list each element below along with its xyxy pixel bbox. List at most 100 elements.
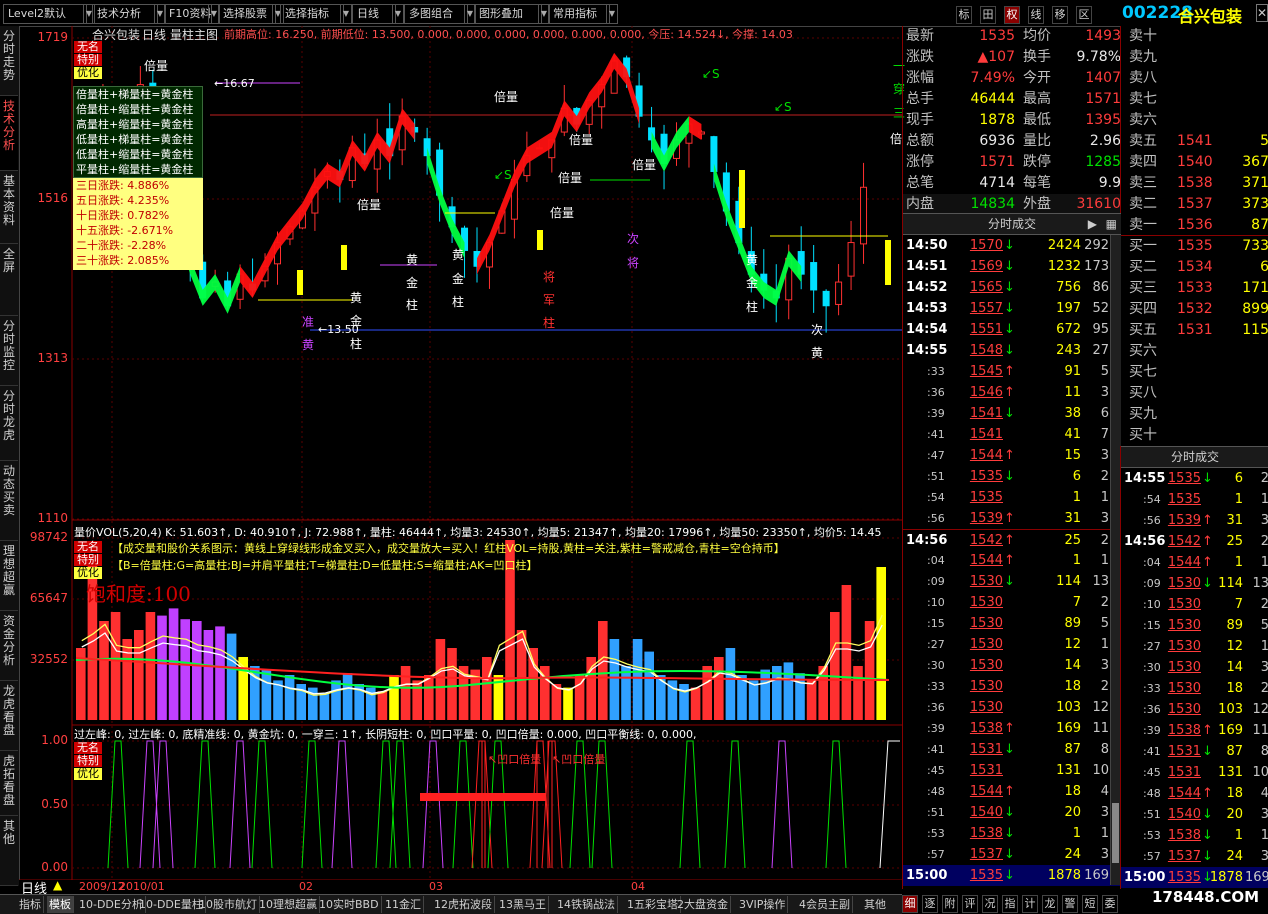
grid-icon[interactable]: ▦ <box>1106 214 1117 234</box>
left-tab-9[interactable]: 龙虎看盘 <box>0 681 18 751</box>
triangle-up-icon[interactable]: ▲ <box>53 878 62 892</box>
toolbar-item-1[interactable]: 技术分析 <box>92 4 158 24</box>
tick-time: 15:00 <box>906 868 948 883</box>
detail-tab-5[interactable]: 指 <box>1002 895 1018 913</box>
template-tab-7[interactable]: 11金汇 <box>383 896 424 913</box>
template-tab-5[interactable]: 10理想超赢 <box>257 896 320 913</box>
volume-bar <box>319 693 330 720</box>
toolbar-item-4[interactable]: 选择指标 <box>280 4 344 24</box>
detail-tab-4[interactable]: 况 <box>982 895 998 913</box>
template-tab-2[interactable]: 10-DDE分析 <box>77 896 146 913</box>
template-tab-9[interactable]: 13黑马王 <box>497 896 549 913</box>
template-tab-14[interactable]: 4会员主副 <box>797 896 853 913</box>
view-tab-0[interactable]: 标 <box>956 6 972 24</box>
view-tab-2[interactable]: 权 <box>1004 6 1020 24</box>
chevron-down-icon[interactable]: ▼ <box>606 4 618 24</box>
left-tab-5[interactable]: 分时龙虎 <box>0 386 18 461</box>
tick-volume: 12 <box>1064 637 1081 652</box>
tick-time: 14:55 <box>906 343 948 358</box>
quote-row: 总额 6936 量比 2.96 <box>903 131 1121 152</box>
left-tab-4[interactable]: 分时监控 <box>0 316 18 386</box>
tick-arrow: ↓ <box>1004 847 1015 862</box>
left-tab-10[interactable]: 虎拓看盘 <box>0 751 18 816</box>
tick-count: 1 <box>1260 639 1268 654</box>
tick-volume: 18 <box>1226 681 1243 696</box>
view-tab-3[interactable]: 线 <box>1028 6 1044 24</box>
candle-body <box>860 186 868 245</box>
toolbar-item-6[interactable]: 多图组合 <box>404 4 468 24</box>
tick-count: 169 <box>1084 868 1109 883</box>
detail-tab-9[interactable]: 短 <box>1082 895 1098 913</box>
tick-list-header[interactable]: 分时成交 ▶ ▦ <box>903 213 1121 235</box>
tick-price: 1551 <box>969 322 1003 337</box>
left-tab-11[interactable]: 其他 <box>0 816 18 886</box>
toolbar-item-2[interactable]: F10资料 <box>164 4 212 24</box>
left-tab-0[interactable]: 分时走势 <box>0 26 18 96</box>
detail-tab-7[interactable]: 龙 <box>1042 895 1058 913</box>
quote-value: 2.96 <box>1089 133 1121 149</box>
order-level-label: 买十 <box>1129 427 1157 443</box>
detail-tab-0[interactable]: 细 <box>902 895 918 913</box>
close-icon[interactable]: ✕ <box>1256 4 1268 22</box>
left-tab-7[interactable]: 理想超赢 <box>0 541 18 611</box>
tick-time: :54 <box>927 491 945 504</box>
tick-list-header-2[interactable]: 分时成交 <box>1121 446 1268 468</box>
order-book-row: 卖八 <box>1121 68 1268 89</box>
tick-count: 1 <box>1260 492 1268 507</box>
candle-body <box>136 84 144 108</box>
detail-tab-3[interactable]: 评 <box>962 895 978 913</box>
template-tab-10[interactable]: 14铁锅战法 <box>555 896 618 913</box>
detail-tab-2[interactable]: 附 <box>942 895 958 913</box>
template-tab-0[interactable]: 指标 <box>17 896 44 913</box>
order-book-row: 卖三 1538 371 <box>1121 173 1268 194</box>
tick-price: 1531 <box>1167 744 1201 759</box>
template-tab-1[interactable]: 模板 <box>47 896 74 913</box>
left-tab-2[interactable]: 基本资料 <box>0 171 18 244</box>
left-tab-1[interactable]: 技术分析 <box>0 96 18 171</box>
detail-tab-8[interactable]: 警 <box>1062 895 1078 913</box>
view-tab-5[interactable]: 区 <box>1076 6 1092 24</box>
tick-row: :41 1541 41 7 <box>903 424 1121 445</box>
toolbar-item-8[interactable]: 常用指标 <box>548 4 610 24</box>
chevron-down-icon[interactable]: ▼ <box>392 4 404 24</box>
tick-count: 1 <box>1260 555 1268 570</box>
chevron-down-icon[interactable]: ▼ <box>340 4 352 24</box>
template-tab-3[interactable]: 10-DDE量柱 <box>137 896 206 913</box>
view-tab-4[interactable]: 移 <box>1052 6 1068 24</box>
quote-value: 9.78% <box>1076 49 1121 65</box>
tick-time: :51 <box>1143 808 1161 821</box>
detail-tab-1[interactable]: 逐 <box>922 895 938 913</box>
quote-value: 1395 <box>1085 112 1121 128</box>
toolbar-item-7[interactable]: 图形叠加 <box>474 4 542 24</box>
toolbar-item-3[interactable]: 选择股票 <box>218 4 276 24</box>
detail-tab-6[interactable]: 计 <box>1022 895 1038 913</box>
tick-price: 1537 <box>969 847 1003 862</box>
template-tab-13[interactable]: 3VIP操作 <box>737 896 789 913</box>
tick-row: :30 1530 14 3 <box>903 655 1121 676</box>
template-tab-4[interactable]: 10股市航灯 <box>197 896 260 913</box>
detail-tab-10[interactable]: 委 <box>1102 895 1118 913</box>
toolbar-item-0[interactable]: Level2默认 <box>3 4 87 24</box>
template-tab-11[interactable]: 1五彩宝塔 <box>625 896 681 913</box>
left-tab-8[interactable]: 资金分析 <box>0 611 18 681</box>
candle-body <box>810 262 818 291</box>
view-tab-1[interactable]: 田 <box>980 6 996 24</box>
tick-count: 8 <box>1100 742 1109 757</box>
time-axis-label: 2009/12 <box>79 880 125 893</box>
quote-row: 现手 1878 最低 1395 <box>903 110 1121 131</box>
tick-time: :36 <box>1143 703 1161 716</box>
toolbar-item-5[interactable]: 日线 <box>352 4 396 24</box>
template-tab-8[interactable]: 12虎拓波段 <box>432 896 495 913</box>
left-tab-3[interactable]: 全屏 <box>0 244 18 316</box>
quote-label: 最高 <box>1023 91 1051 107</box>
quote-label: 量比 <box>1023 133 1051 149</box>
quote-value: 46444 <box>970 91 1015 107</box>
order-level-label: 买二 <box>1129 259 1157 275</box>
template-tab-12[interactable]: 2大盘资金 <box>675 896 731 913</box>
left-tab-6[interactable]: 动态买卖 <box>0 461 18 541</box>
template-tab-6[interactable]: 10实时BBD <box>317 896 382 913</box>
order-price: 1534 <box>1177 259 1213 275</box>
tick-scrollbar-thumb[interactable] <box>1112 803 1119 863</box>
template-tab-15[interactable]: 其他 <box>862 896 888 913</box>
play-icon[interactable]: ▶ <box>1088 214 1097 234</box>
